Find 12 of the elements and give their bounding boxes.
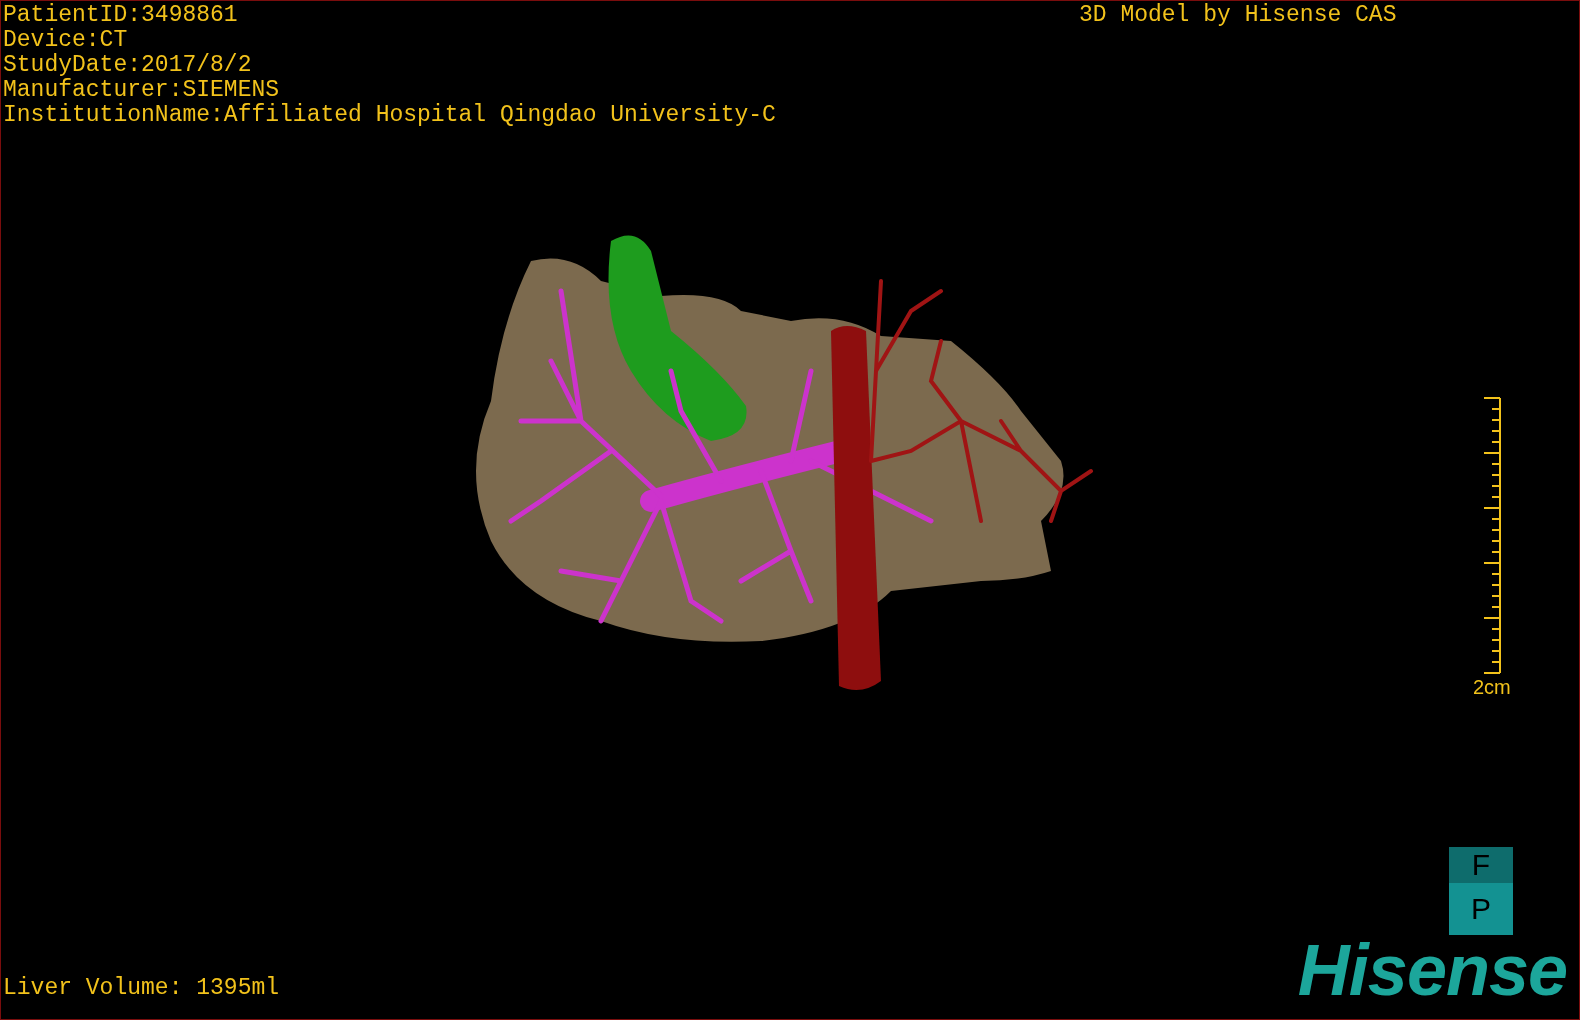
- scale-label: 2cm: [1473, 677, 1511, 697]
- patient-info-text: InstitutionName:Affiliated Hospital Qingdao University-C: [3, 103, 776, 128]
- patient-info-text: StudyDate:2017/8/2: [3, 53, 253, 78]
- viewer-title: 3D Model by Hisense CAS: [1079, 3, 1397, 28]
- 3d-viewport[interactable]: PatientID:3498861 Device:CT StudyDate:2017/8/2 Manufacturer:SIEMENS InstitutionName:Affiliated Hospital Qingdao University-C 3D Model by Hisense CAS 2cm Liver Volume: 1395ml F P Hisense: [0, 0, 1580, 1020]
- orientation-cube-face[interactable]: F: [1449, 847, 1513, 883]
- orientation-cube-face[interactable]: P: [1449, 883, 1513, 935]
- liver-volume-text: Liver Volume: 1395ml: [3, 976, 280, 1001]
- brand-logo: Hisense: [1297, 935, 1568, 1005]
- patient-info-text: Device:CT: [3, 28, 129, 53]
- patient-info-text: Manufacturer:SIEMENS: [3, 78, 281, 103]
- patient-info-text: PatientID:3498861: [3, 3, 239, 28]
